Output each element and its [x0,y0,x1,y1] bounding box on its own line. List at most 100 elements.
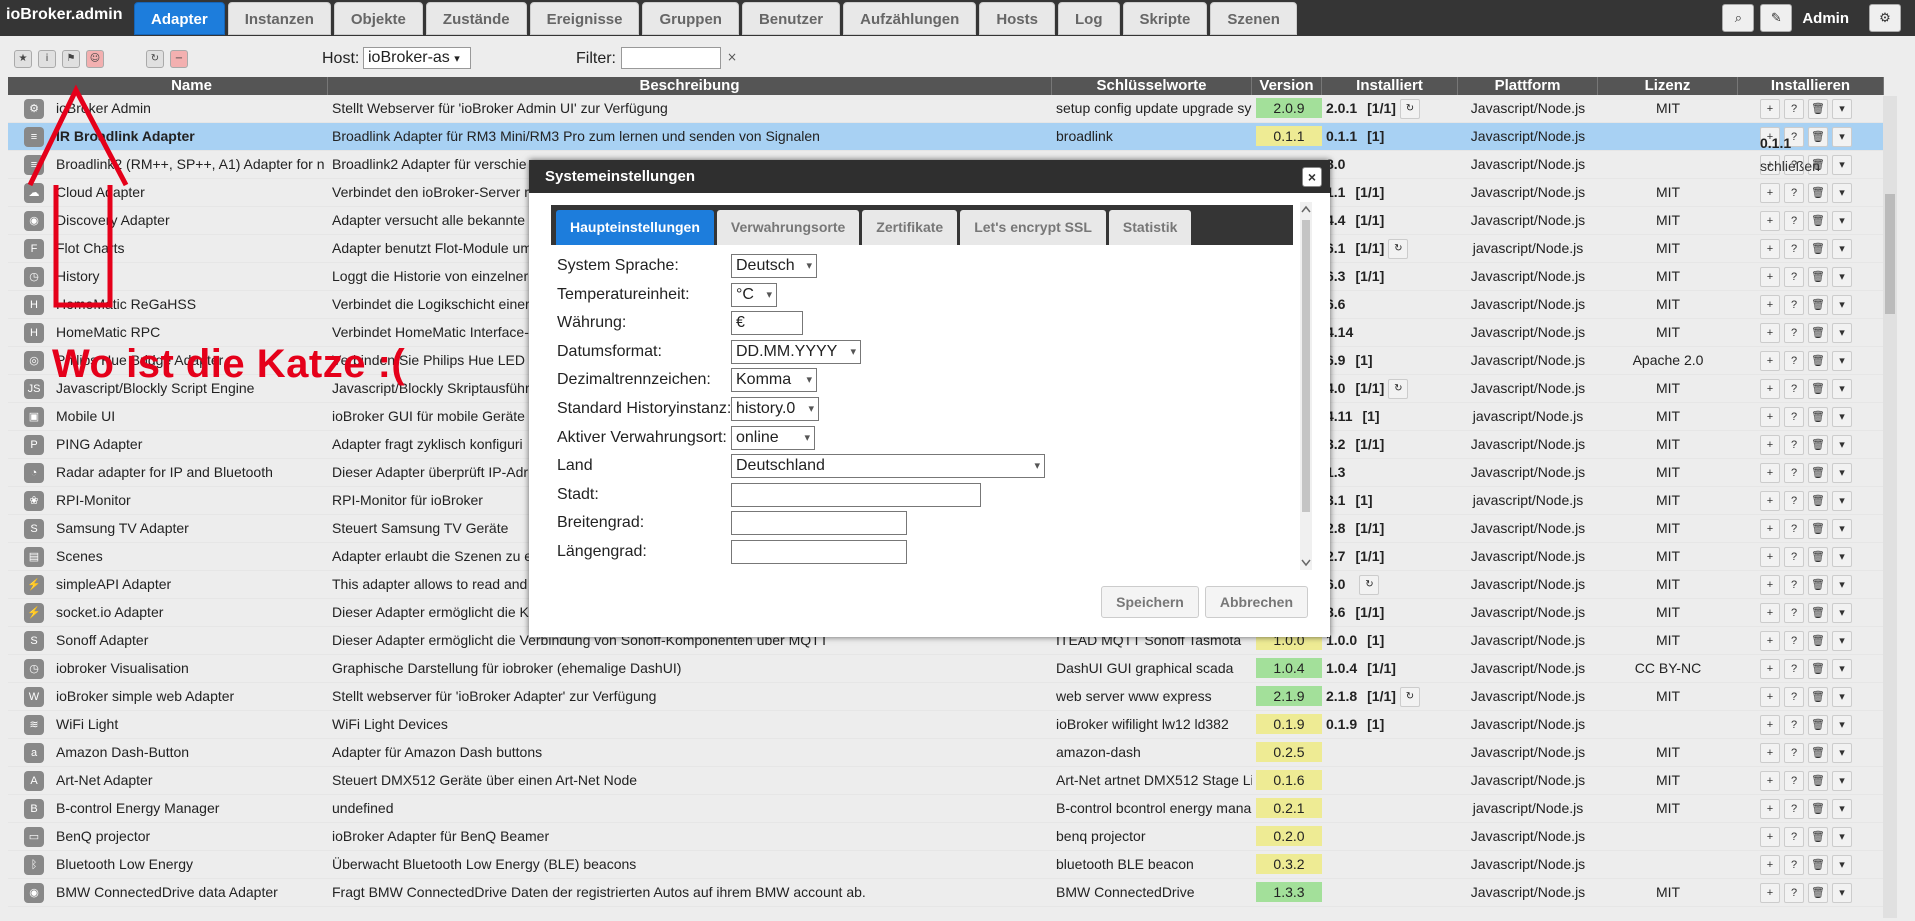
close-icon[interactable]: × [1302,167,1322,187]
delete-icon[interactable]: 🗑 [1808,322,1828,343]
help-icon[interactable]: ? [1784,378,1804,399]
host-select[interactable]: ioBroker-as ▾ [363,47,471,69]
add-icon[interactable]: + [1760,882,1780,903]
delete-icon[interactable]: 🗑 [1808,238,1828,259]
delete-icon[interactable]: 🗑 [1808,490,1828,511]
delete-icon[interactable]: 🗑 [1808,798,1828,819]
help-icon[interactable]: ? [1784,350,1804,371]
chevron-down-icon[interactable]: ▾ [1832,490,1852,511]
add-icon[interactable]: + [1760,350,1780,371]
help-icon[interactable]: ? [1784,518,1804,539]
delete-icon[interactable]: 🗑 [1808,854,1828,875]
chevron-down-icon[interactable]: ▾ [1832,602,1852,623]
delete-icon[interactable]: 🗑 [1808,686,1828,707]
adapter-name[interactable]: S Sonoff Adapter [8,627,328,654]
adapter-name[interactable]: ≋ WiFi Light [8,711,328,738]
table-row[interactable]: ≡ IR Broadlink Adapter Broadlink Adapter f… [8,123,1884,151]
help-icon[interactable]: ? [1784,406,1804,427]
add-icon[interactable]: + [1760,742,1780,763]
refresh-icon[interactable]: ↻ [146,50,164,68]
add-icon[interactable]: + [1760,798,1780,819]
add-icon[interactable]: + [1760,826,1780,847]
table-row[interactable]: A Art-Net Adapter Steuert DMX512 Geräte üb… [8,767,1884,795]
edit-icon[interactable]: ✎ [1760,4,1793,32]
add-icon[interactable]: + [1760,98,1780,119]
adapter-name[interactable]: WioBroker simple web Adapter [8,683,328,710]
column-header[interactable]: Lizenz [1598,77,1738,95]
help-icon[interactable]: ? [1784,742,1804,763]
dialog-tab-1[interactable]: Haupteinstellungen [556,210,714,245]
adapter-name[interactable]: ᛒ Bluetooth Low Energy [8,851,328,878]
filter-input[interactable] [621,47,721,69]
delete-icon[interactable]: 🗑 [1808,602,1828,623]
delete-icon[interactable]: 🗑 [1808,350,1828,371]
info-icon[interactable]: i [38,50,56,68]
add-icon[interactable]: + [1760,658,1780,679]
flag-icon[interactable]: ⚑ [62,50,80,68]
tab-skripte[interactable]: Skripte [1122,2,1208,35]
help-icon[interactable]: ? [1784,98,1804,119]
delete-icon[interactable]: 🗑 [1808,630,1828,651]
tab-instanzen[interactable]: Instanzen [227,2,331,35]
help-icon[interactable]: ? [1784,182,1804,203]
table-row[interactable]: a Amazon Dash-Button Adapter für Amazon Da… [8,739,1884,767]
main-scrollbar[interactable] [1883,96,1897,918]
star-icon[interactable]: ★ [14,50,32,68]
help-icon[interactable]: ? [1784,294,1804,315]
delete-icon[interactable]: 🗑 [1808,518,1828,539]
chevron-down-icon[interactable]: ▾ [1832,854,1852,875]
field-select[interactable]: Deutschland ▾ [731,454,1045,479]
help-icon[interactable]: ? [1784,546,1804,567]
tab-benutzer[interactable]: Benutzer [741,2,841,35]
chevron-down-icon[interactable]: ▾ [1832,630,1852,651]
chevron-down-icon[interactable]: ▾ [1832,238,1852,259]
help-icon[interactable]: ? [1784,210,1804,231]
settings-gear-icon[interactable]: ⚙ [1869,4,1901,32]
add-icon[interactable]: + [1760,574,1780,595]
chevron-down-icon[interactable]: ▾ [1832,266,1852,287]
adapter-name[interactable]: ◔ Radar adapter for IP and Bluetooth [8,459,328,486]
delete-icon[interactable]: 🗑 [1808,882,1828,903]
minus-icon[interactable]: − [170,50,188,68]
delete-icon[interactable]: 🗑 [1808,714,1828,735]
adapter-name[interactable]: ⚡ socket.io Adapter [8,599,328,626]
adapter-name[interactable]: A Art-Net Adapter [8,767,328,794]
chevron-down-icon[interactable]: ▾ [1832,882,1852,903]
field-select[interactable]: DD.MM.YYYY ▾ [731,339,861,364]
add-icon[interactable]: + [1760,490,1780,511]
table-row[interactable]: ▭ BenQ projector ioBroker Adapter für BenQ… [8,823,1884,851]
help-icon[interactable]: ? [1784,770,1804,791]
column-header[interactable]: Beschreibung [328,77,1052,95]
field-select[interactable]: °C ▾ [731,282,777,307]
add-icon[interactable]: + [1760,518,1780,539]
chevron-down-icon[interactable]: ▾ [1832,294,1852,315]
add-icon[interactable]: + [1760,378,1780,399]
chevron-down-icon[interactable]: ▾ [1832,714,1852,735]
tab-gruppen[interactable]: Gruppen [642,2,739,35]
chevron-down-icon[interactable]: ▾ [1832,798,1852,819]
add-icon[interactable]: + [1760,238,1780,259]
save-button[interactable]: Speichern [1101,586,1199,618]
column-header[interactable]: Version [1252,77,1322,95]
table-row[interactable]: ⚙ ioBroker Admin Stellt Webserver für 'ioB… [8,95,1884,123]
delete-icon[interactable]: 🗑 [1808,826,1828,847]
popup-close[interactable]: schließen [1756,153,1848,179]
adapter-name[interactable]: ▤ Scenes [8,543,328,570]
add-icon[interactable]: + [1760,406,1780,427]
field-select[interactable]: Deutsch ▾ [731,254,817,278]
add-icon[interactable]: + [1760,322,1780,343]
help-icon[interactable]: ? [1784,574,1804,595]
delete-icon[interactable]: 🗑 [1808,210,1828,231]
column-header[interactable]: Installieren [1738,77,1884,95]
add-icon[interactable]: + [1760,434,1780,455]
update-icon[interactable]: ↻ [1399,99,1420,120]
search-icon[interactable]: ⌕ [1722,4,1755,32]
adapter-name[interactable]: ◷ iobroker Visualisation [8,655,328,682]
chevron-down-icon[interactable]: ▾ [1832,518,1852,539]
adapter-name[interactable]: a Amazon Dash-Button [8,739,328,766]
adapter-name[interactable]: ▭ BenQ projector [8,823,328,850]
adapter-name[interactable]: ❀ RPI-Monitor [8,487,328,514]
tab-hosts[interactable]: Hosts [979,2,1055,35]
chevron-down-icon[interactable]: ▾ [1832,574,1852,595]
tab-aufzählungen[interactable]: Aufzählungen [843,2,977,35]
